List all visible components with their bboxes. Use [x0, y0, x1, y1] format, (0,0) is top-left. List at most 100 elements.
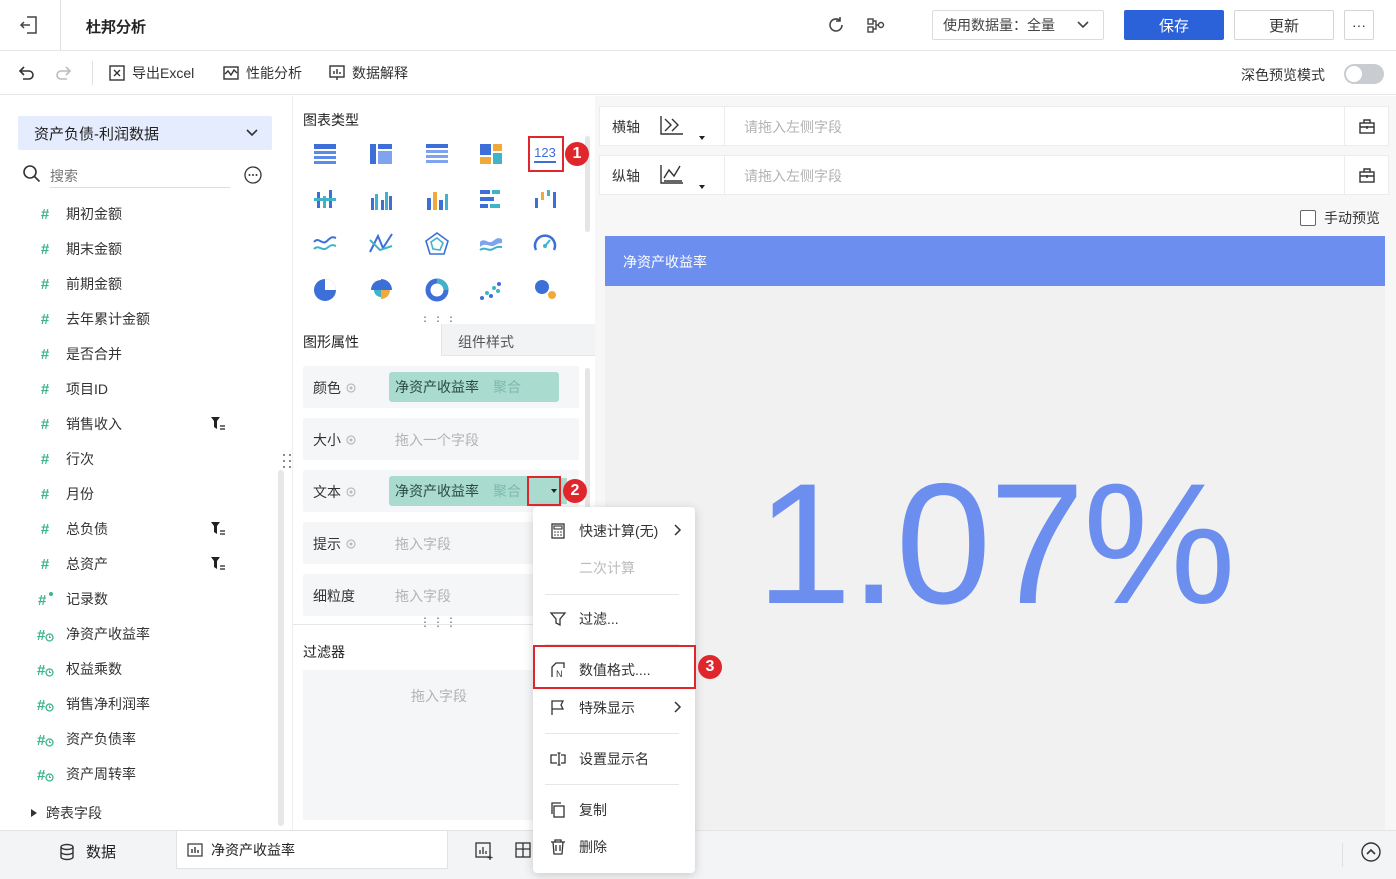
- set-display-name-label: 设置显示名: [579, 751, 649, 767]
- more-options-icon[interactable]: [244, 166, 262, 184]
- menu-item-copy[interactable]: 复制: [549, 798, 689, 822]
- filter-applied-icon[interactable]: [210, 521, 226, 537]
- add-dashboard-icon[interactable]: [514, 841, 534, 861]
- tab-component-style[interactable]: 组件样式: [441, 324, 595, 356]
- pie-chart-icon[interactable]: [311, 276, 339, 304]
- dataset-select[interactable]: 资产负债-利润数据: [18, 116, 272, 150]
- field-panel-scrollbar[interactable]: [278, 470, 284, 826]
- caret-down-icon[interactable]: [698, 135, 706, 141]
- field-item[interactable]: # 项目ID: [36, 377, 108, 401]
- x-axis-row: 横轴 请拖入左侧字段: [599, 106, 1389, 146]
- search-input[interactable]: [50, 164, 230, 188]
- menu-item-quick-calc[interactable]: 快速计算(无): [549, 519, 689, 543]
- more-button[interactable]: ···: [1344, 10, 1374, 40]
- refresh-icon[interactable]: [826, 15, 846, 35]
- field-item[interactable]: # 净资产收益率: [36, 622, 150, 646]
- back-icon[interactable]: [18, 14, 40, 36]
- lineage-icon[interactable]: [866, 15, 886, 35]
- collapse-up-icon[interactable]: [1360, 841, 1382, 863]
- undo-icon[interactable]: [16, 63, 36, 83]
- save-button[interactable]: 保存: [1124, 10, 1224, 40]
- grouped-bar-chart-icon[interactable]: [367, 186, 395, 214]
- treemap-chart-icon[interactable]: [477, 140, 505, 168]
- field-item[interactable]: # 记录数: [36, 587, 108, 611]
- add-component-icon[interactable]: [474, 841, 494, 861]
- redo-icon[interactable]: [54, 63, 74, 83]
- field-item[interactable]: # 资产周转率: [36, 762, 136, 786]
- color-field-name: 净资产收益率: [395, 379, 479, 395]
- filter-applied-icon[interactable]: [210, 556, 226, 572]
- y-axis-icon[interactable]: [658, 162, 686, 188]
- color-field-pill[interactable]: 净资产收益率 聚合: [389, 372, 559, 402]
- menu-item-special-display[interactable]: 特殊显示: [549, 696, 689, 720]
- field-item[interactable]: # 销售收入: [36, 412, 122, 436]
- line-chart-icon[interactable]: [311, 230, 339, 258]
- tab-style-label: 组件样式: [458, 334, 514, 350]
- gauge-chart-icon[interactable]: [531, 230, 559, 258]
- field-item[interactable]: # 行次: [36, 447, 94, 471]
- data-amount-select[interactable]: 使用数据量：全量: [932, 10, 1104, 40]
- field-item[interactable]: # 是否合并: [36, 342, 122, 366]
- area-chart-icon[interactable]: [477, 230, 505, 258]
- update-button[interactable]: 更新: [1234, 10, 1334, 40]
- svg-text:#: #: [37, 732, 46, 748]
- export-excel-button[interactable]: 导出Excel: [108, 63, 194, 83]
- x-axis-icon[interactable]: [658, 113, 686, 139]
- gran-placeholder: 拖入字段: [395, 588, 451, 604]
- quick-calc-label: 快速计算(无): [579, 523, 659, 539]
- field-item[interactable]: # 月份: [36, 482, 94, 506]
- horizontal-bar-chart-icon[interactable]: [477, 186, 505, 214]
- caret-down-icon[interactable]: [698, 184, 706, 190]
- manual-preview-label: 手动预览: [1324, 210, 1380, 226]
- cross-table-chart-icon[interactable]: [367, 140, 395, 168]
- donut-chart-icon[interactable]: [423, 276, 451, 304]
- drag-handle-icon[interactable]: ⋮⋮⋮: [419, 615, 458, 629]
- tab-graphic-properties[interactable]: 图形属性: [293, 324, 441, 356]
- bubble-chart-icon[interactable]: [531, 276, 559, 304]
- field-name: 前期金额: [66, 276, 122, 292]
- data-tab[interactable]: 数据: [58, 841, 116, 862]
- field-item[interactable]: # 总资产: [36, 552, 108, 576]
- menu-item-delete[interactable]: 删除: [549, 835, 689, 859]
- menu-item-filter[interactable]: 过滤...: [549, 607, 689, 631]
- field-item[interactable]: # 期初金额: [36, 202, 122, 226]
- toolbox-icon[interactable]: [1358, 117, 1376, 135]
- color-field-agg: 聚合: [493, 379, 521, 395]
- bottom-bar: 数据 净资产收益率: [0, 830, 1396, 879]
- properties-scrollbar[interactable]: [585, 368, 590, 528]
- manual-preview-checkbox[interactable]: 手动预览: [1300, 208, 1380, 228]
- bar-chart-icon[interactable]: [311, 186, 339, 214]
- field-item[interactable]: # 销售净利润率: [36, 692, 150, 716]
- waterfall-chart-icon[interactable]: [531, 186, 559, 214]
- annotation-badge-2: 2: [563, 479, 587, 503]
- filter-applied-icon[interactable]: [210, 416, 226, 432]
- size-property-row[interactable]: 大小 拖入一个字段: [303, 418, 579, 460]
- number-field-icon: #: [40, 275, 50, 293]
- field-item[interactable]: # 总负债: [36, 517, 108, 541]
- field-item[interactable]: # 权益乘数: [36, 657, 122, 681]
- performance-analysis-button[interactable]: 性能分析: [222, 63, 302, 83]
- gear-icon: [345, 382, 357, 394]
- field-item[interactable]: # 资产负债率: [36, 727, 136, 751]
- data-amount-label: 使用数据量：全量: [943, 17, 1055, 33]
- detail-table-chart-icon[interactable]: [423, 140, 451, 168]
- field-item[interactable]: # 期末金额: [36, 237, 122, 261]
- drag-handle-icon[interactable]: [282, 452, 292, 470]
- scatter-chart-icon[interactable]: [477, 276, 505, 304]
- export-excel-label: 导出Excel: [132, 65, 195, 81]
- cross-table-fields[interactable]: 跨表字段: [30, 803, 102, 823]
- dark-preview-toggle[interactable]: [1344, 64, 1384, 84]
- radar-line-chart-icon[interactable]: [367, 230, 395, 258]
- rose-chart-icon[interactable]: [367, 276, 395, 304]
- radar-chart-icon[interactable]: [423, 230, 451, 258]
- column-chart-icon[interactable]: [423, 186, 451, 214]
- field-item[interactable]: # 前期金额: [36, 272, 122, 296]
- toolbox-icon[interactable]: [1358, 166, 1376, 184]
- component-tab[interactable]: 净资产收益率: [176, 831, 448, 869]
- field-item[interactable]: # 去年累计金额: [36, 307, 150, 331]
- color-property-row[interactable]: 颜色 净资产收益率 聚合: [303, 366, 579, 408]
- table-chart-icon[interactable]: [311, 140, 339, 168]
- chevron-right-icon: [673, 700, 683, 714]
- menu-item-set-display-name[interactable]: 设置显示名: [549, 747, 689, 771]
- data-explain-button[interactable]: 数据解释: [328, 63, 408, 83]
